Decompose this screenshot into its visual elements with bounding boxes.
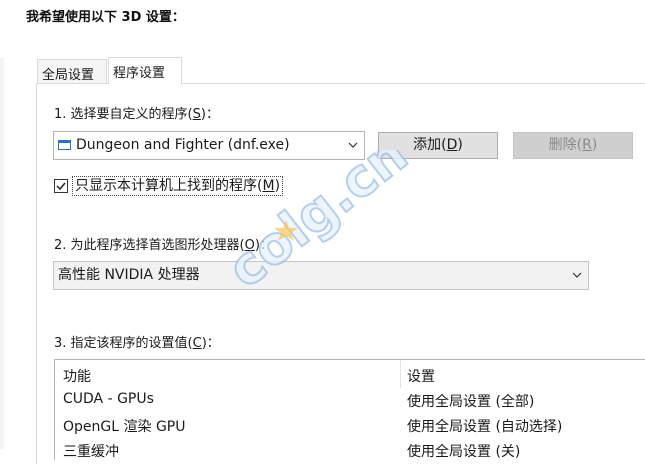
checkmark-icon [56,182,66,191]
table-row-setting[interactable]: 使用全局设置 (全部) [407,391,534,411]
preferred-gpu-select[interactable]: 高性能 NVIDIA 处理器 [53,261,589,290]
preferred-gpu-label: 2. 为此程序选择首选图形处理器(O)： [54,238,273,253]
table-row-feature[interactable]: 三重缓冲 [63,441,119,461]
table-row-feature[interactable]: OpenGL 渲染 GPU [63,416,185,436]
show-local-programs-checkbox[interactable] [54,179,68,193]
tab-global-settings[interactable]: 全局设置 [37,59,107,83]
table-row-setting[interactable]: 使用全局设置 (自动选择) [407,416,562,436]
program-select[interactable]: Dungeon and Fighter (dnf.exe) [53,131,365,160]
header-area: 我希望使用以下 3D 设置： [0,0,645,58]
tab-program-settings[interactable]: 程序设置 [108,57,182,84]
page-title: 我希望使用以下 3D 设置： [26,10,185,25]
column-header-feature[interactable]: 功能 [63,366,91,386]
chevron-down-icon [572,272,582,278]
program-window-icon [58,140,71,150]
add-program-button[interactable]: 添加(D) [378,132,498,159]
show-local-programs-label[interactable]: 只显示本计算机上找到的程序(M) [72,176,284,196]
table-row-setting[interactable]: 使用全局设置 (关) [407,441,520,461]
settings-table: 功能 设置 CUDA - GPUs 使用全局设置 (全部) OpenGL 渲染 … [54,359,645,460]
column-divider[interactable] [400,360,401,388]
chevron-down-icon [348,142,358,148]
delete-program-button[interactable]: 删除(R) [513,132,633,159]
program-settings-label: 3. 指定该程序的设置值(C)： [54,336,220,351]
column-header-setting[interactable]: 设置 [407,366,435,386]
tab-label: 程序设置 [113,66,166,81]
program-select-value: Dungeon and Fighter (dnf.exe) [76,137,290,153]
gpu-select-value: 高性能 NVIDIA 处理器 [58,267,200,283]
tab-label: 全局设置 [42,68,95,83]
table-row-feature[interactable]: CUDA - GPUs [63,391,154,407]
left-rail [0,0,4,449]
select-program-label: 1. 选择要自定义的程序(S)： [54,107,219,122]
